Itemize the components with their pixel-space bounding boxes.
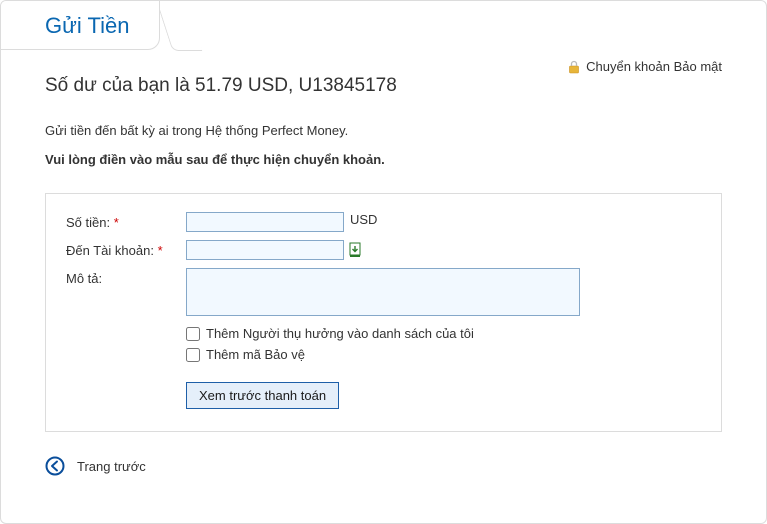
arrow-left-circle-icon: [45, 456, 65, 476]
address-book-icon[interactable]: [348, 242, 362, 258]
add-payee-label: Thêm Người thụ hưởng vào danh sách của t…: [206, 326, 474, 341]
tab-notch: [154, 0, 203, 51]
required-mark: *: [158, 243, 163, 258]
preview-payment-button[interactable]: Xem trước thanh toán: [186, 382, 339, 409]
amount-unit: USD: [350, 212, 377, 227]
memo-label: Mô tả:: [66, 268, 186, 286]
to-account-input[interactable]: [186, 240, 344, 260]
amount-row: Số tiền: * USD: [66, 212, 701, 232]
content-area: Chuyển khoản Bảo mật Số dư của bạn là 51…: [1, 51, 766, 496]
lock-icon: [568, 60, 580, 74]
to-account-row: Đến Tài khoản: *: [66, 240, 701, 260]
secure-transfer-text: Chuyển khoản Bảo mật: [586, 59, 722, 74]
back-label: Trang trước: [77, 459, 146, 474]
tab-send-money[interactable]: Gửi Tiền: [1, 1, 160, 50]
intro-text: Gửi tiền đến bất kỳ ai trong Hệ thống Pe…: [45, 123, 722, 138]
memo-row: Mô tả:: [66, 268, 701, 316]
add-payee-row[interactable]: Thêm Người thụ hưởng vào danh sách của t…: [186, 326, 701, 341]
amount-input[interactable]: [186, 212, 344, 232]
add-protection-checkbox[interactable]: [186, 348, 200, 362]
secure-transfer-badge: Chuyển khoản Bảo mật: [568, 59, 722, 74]
submit-row: Xem trước thanh toán: [186, 382, 701, 409]
transfer-form: Số tiền: * USD Đến Tài khoản: *: [45, 193, 722, 432]
send-money-card: Gửi Tiền Chuyển khoản Bảo mật Số dư của …: [0, 0, 767, 524]
to-account-label: Đến Tài khoản: *: [66, 240, 186, 258]
amount-label: Số tiền: *: [66, 212, 186, 230]
memo-input[interactable]: [186, 268, 580, 316]
add-protection-row[interactable]: Thêm mã Bảo vệ: [186, 347, 701, 362]
balance-text: Số dư của bạn là 51.79 USD, U13845178: [45, 75, 722, 97]
add-protection-label: Thêm mã Bảo vệ: [206, 347, 305, 362]
add-payee-checkbox[interactable]: [186, 327, 200, 341]
back-link[interactable]: Trang trước: [45, 456, 146, 476]
tab-header: Gửi Tiền: [1, 1, 766, 51]
required-mark: *: [114, 215, 119, 230]
instruction-text: Vui lòng điền vào mẫu sau để thực hiện c…: [45, 152, 722, 167]
